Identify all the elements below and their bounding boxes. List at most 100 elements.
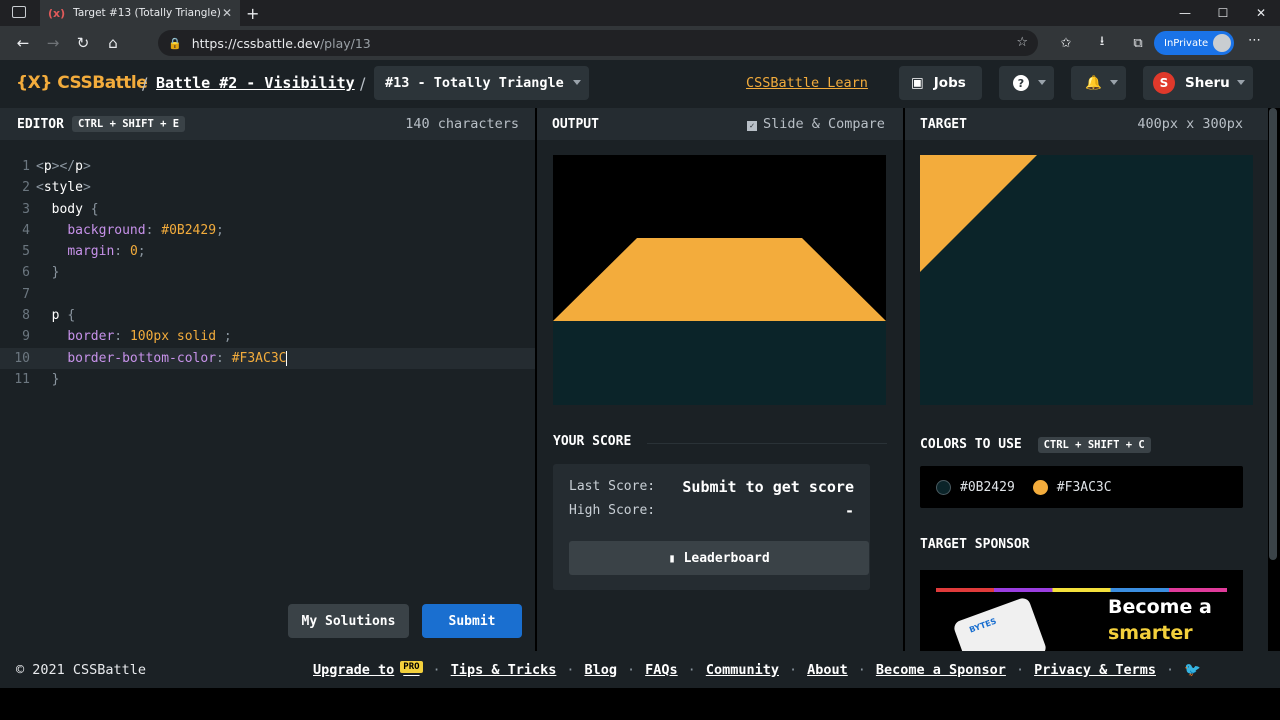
footer-link-community[interactable]: Community [706, 662, 779, 678]
colors-list: #0B2429 #F3AC3C [920, 466, 1243, 508]
char-count: 140 characters [405, 116, 519, 132]
code-text: } [51, 371, 60, 387]
high-score-label: High Score: [569, 503, 656, 518]
code-line[interactable]: 11 } [0, 369, 535, 390]
code-text: border-bottom-color: #F3AC3C [67, 350, 288, 366]
footer-separator: · [1015, 661, 1025, 678]
footer-link-privacy[interactable]: Privacy & Terms [1034, 662, 1156, 678]
leaderboard-label: Leaderboard [683, 550, 770, 566]
chevron-down-icon [573, 80, 581, 85]
color-swatch[interactable]: #F3AC3C [1032, 479, 1112, 495]
code-line[interactable]: 7 [0, 284, 535, 305]
code-line[interactable]: 6 } [0, 262, 535, 283]
jobs-button[interactable]: ▣ Jobs [899, 66, 982, 100]
editor-pane: EDITOR CTRL + SHIFT + E 140 characters 1… [0, 108, 535, 651]
new-tab-icon[interactable]: + [246, 4, 259, 23]
chevron-down-icon [1110, 80, 1118, 85]
home-icon[interactable]: ⌂ [98, 34, 128, 52]
code-line[interactable]: 3 body { [0, 199, 535, 220]
code-line[interactable]: 10 border-bottom-color: #F3AC3C [0, 347, 535, 369]
maximize-icon[interactable]: ☐ [1204, 0, 1242, 26]
code-line[interactable]: 1 <p></p> [0, 156, 535, 177]
learn-link[interactable]: CSSBattle Learn [746, 75, 868, 91]
minimize-icon[interactable]: — [1166, 0, 1204, 26]
footer-link-tips[interactable]: Tips & Tricks [451, 662, 557, 678]
footer-link-faqs[interactable]: FAQs [645, 662, 678, 678]
twitter-icon[interactable]: 🐦 [1184, 662, 1201, 678]
inprivate-badge[interactable]: InPrivate [1154, 31, 1234, 55]
downloads-icon[interactable]: ⭳ [1084, 32, 1120, 54]
colors-title: COLORS TO USE CTRL + SHIFT + C [920, 437, 1151, 453]
user-menu-button[interactable]: S Sheru [1143, 66, 1253, 100]
target-preview[interactable] [920, 155, 1253, 405]
code-line[interactable]: 2 <style> [0, 177, 535, 198]
more-icon[interactable]: ⋯ [1248, 33, 1261, 48]
slide-compare-label: Slide & Compare [763, 116, 885, 132]
code-text: background: #0B2429; [67, 222, 224, 238]
tab-title: Target #13 (Totally Triangle) - CS [73, 7, 222, 19]
breadcrumb-separator: / [142, 74, 148, 93]
target-title: TARGET [920, 116, 967, 132]
footer-separator: · [687, 661, 696, 678]
sponsor-title: TARGET SPONSOR [920, 537, 1030, 552]
close-window-icon[interactable]: ✕ [1242, 0, 1280, 26]
sponsor-text-2: smarter [1108, 622, 1193, 644]
add-favorite-icon[interactable]: ☆ [1016, 35, 1028, 50]
page-scrollbar[interactable] [1269, 108, 1277, 560]
code-line[interactable]: 4 background: #0B2429; [0, 220, 535, 241]
line-number: 3 [22, 201, 30, 217]
color-swatch[interactable]: #0B2429 [936, 479, 1015, 495]
code-line[interactable]: 5 margin: 0; [0, 241, 535, 262]
notifications-button[interactable]: 🔔 [1071, 66, 1126, 100]
help-button[interactable]: ? [999, 66, 1054, 100]
output-preview[interactable] [553, 155, 886, 405]
color-label: #0B2429 [960, 479, 1015, 495]
footer-link-about[interactable]: About [807, 662, 848, 678]
window-controls: — ☐ ✕ [1166, 0, 1280, 26]
browser-toolbar: ✩ ⭳ ⧉ [1048, 26, 1156, 60]
target-render [920, 155, 1037, 272]
line-number: 5 [22, 244, 30, 260]
code-text: border: 100px solid ; [67, 329, 232, 345]
tab-actions-icon[interactable] [12, 6, 26, 18]
my-solutions-button[interactable]: My Solutions [288, 604, 409, 638]
reload-icon[interactable]: ↻ [68, 34, 98, 52]
leaderboard-button[interactable]: ▮ Leaderboard [569, 541, 869, 575]
color-label: #F3AC3C [1056, 479, 1112, 495]
sponsor-ad[interactable]: BYTES Become a smarter [920, 570, 1243, 651]
slide-compare-toggle[interactable]: ✓ Slide & Compare [747, 116, 885, 132]
footer-link-blog[interactable]: Blog [585, 662, 618, 678]
code-text: body { [51, 201, 99, 217]
colors-shortcut: CTRL + SHIFT + C [1037, 437, 1151, 453]
code-editor[interactable]: 1 <p></p> 2 <style> 3 body {4 background: #0… [0, 156, 535, 390]
code-line[interactable]: 9 border: 100px solid ; [0, 326, 535, 347]
battle-link[interactable]: Battle #2 - Visibility [156, 74, 355, 92]
url-host: https://cssbattle.dev [191, 35, 320, 51]
high-score-value: - [844, 502, 854, 520]
footer-link-sponsor[interactable]: Become a Sponsor [876, 662, 1006, 678]
upgrade-link[interactable]: Upgrade to PRO [313, 660, 423, 678]
collections-icon[interactable]: ⧉ [1120, 36, 1156, 51]
forward-icon[interactable]: → [38, 34, 68, 52]
submit-button[interactable]: Submit [422, 604, 522, 638]
avatar: S [1153, 72, 1175, 94]
back-icon[interactable]: ← [8, 34, 38, 52]
output-title: OUTPUT [552, 116, 599, 132]
target-select[interactable]: #13 - Totally Triangle [374, 66, 589, 100]
text-cursor [286, 350, 288, 366]
lock-icon[interactable]: 🔒 [168, 37, 182, 50]
checkbox-icon[interactable]: ✓ [747, 121, 757, 131]
profile-avatar-icon [1213, 34, 1231, 52]
line-number: 2 [22, 180, 30, 196]
footer-separator: · [432, 661, 441, 678]
output-pane: OUTPUT ✓ Slide & Compare YOUR SCORE Last … [537, 108, 903, 651]
target-size: 400px x 300px [1137, 116, 1243, 132]
output-header: OUTPUT ✓ Slide & Compare [537, 108, 903, 140]
last-score-value: Submit to get score [682, 478, 854, 496]
code-line[interactable]: 8 p { [0, 305, 535, 326]
browser-tab[interactable]: (x) Target #13 (Totally Triangle) - CS ✕ [40, 0, 240, 26]
tab-close-icon[interactable]: ✕ [222, 6, 232, 20]
cssbattle-logo[interactable]: {X} CSSBattle [16, 73, 148, 93]
url-field[interactable]: 🔒 https://cssbattle.dev/play/13 ☆ [158, 30, 1038, 56]
favorites-icon[interactable]: ✩ [1048, 36, 1084, 51]
